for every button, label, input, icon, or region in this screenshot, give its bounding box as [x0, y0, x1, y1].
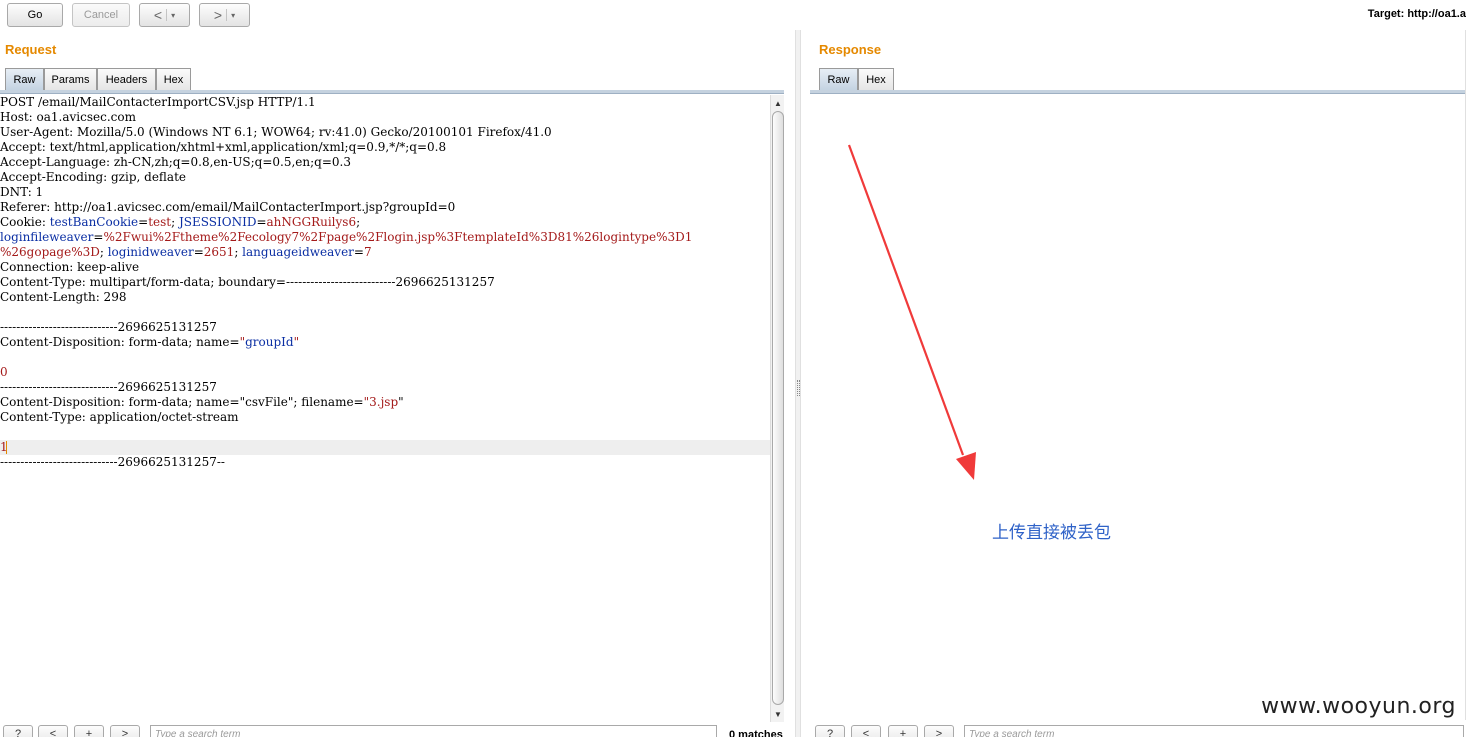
help-icon: ?: [14, 728, 22, 737]
search-prev-button[interactable]: <: [851, 725, 881, 737]
chevron-right-icon: >: [121, 728, 129, 737]
annotation-arrow-icon: [847, 144, 976, 480]
request-search-input[interactable]: Type a search term: [150, 725, 717, 737]
search-next-button[interactable]: >: [110, 725, 140, 737]
search-options-button[interactable]: +: [888, 725, 918, 737]
search-next-button[interactable]: >: [924, 725, 954, 737]
chevron-left-icon: <: [49, 728, 57, 737]
search-placeholder: Type a search term: [969, 729, 1055, 737]
help-button[interactable]: ?: [815, 725, 845, 737]
help-button[interactable]: ?: [3, 725, 33, 737]
burp-repeater-window: Go Cancel < ▾ > ▾ Target: http://oa1.a Req…: [0, 0, 1466, 737]
annotation-text: 上传直接被丢包: [992, 523, 1111, 543]
watermark: www.wooyun.org: [1261, 694, 1456, 719]
search-options-button[interactable]: +: [74, 725, 104, 737]
match-count: 0 matches: [729, 729, 783, 737]
search-placeholder: Type a search term: [155, 729, 241, 737]
help-icon: ?: [826, 728, 834, 737]
search-prev-button[interactable]: <: [38, 725, 68, 737]
chevron-right-icon: >: [935, 728, 943, 737]
response-search-input[interactable]: Type a search term: [964, 725, 1464, 737]
chevron-left-icon: <: [862, 728, 870, 737]
plus-icon: +: [85, 728, 93, 737]
plus-icon: +: [899, 728, 907, 737]
